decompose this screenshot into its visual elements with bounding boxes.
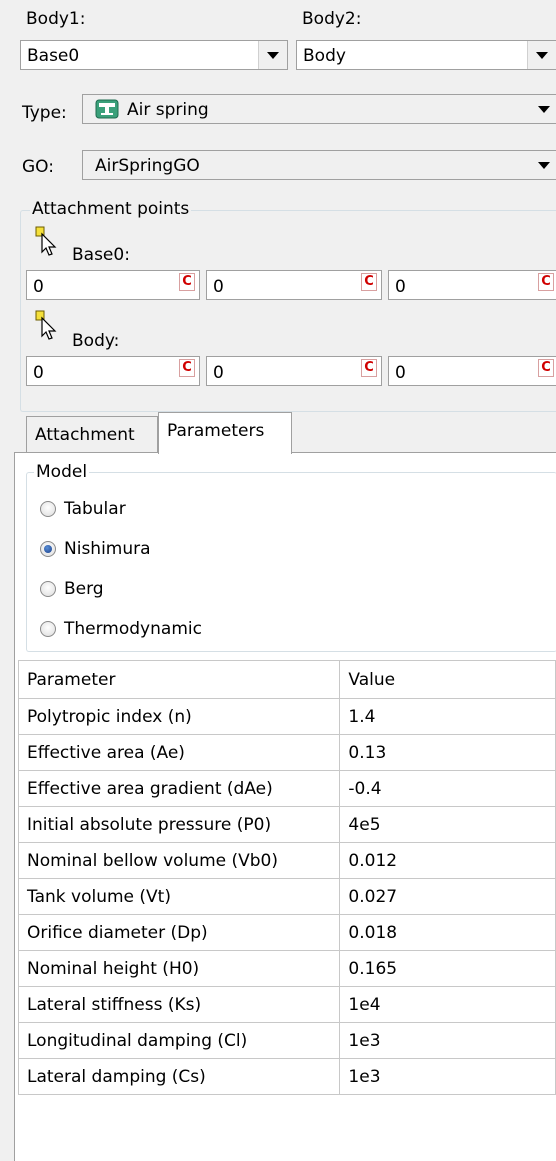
parameter-value[interactable]: 1e3 (339, 1058, 556, 1095)
go-label: GO: (22, 157, 54, 177)
base0-y-value: 0 (213, 277, 224, 297)
type-select[interactable]: Air spring (82, 94, 556, 124)
chevron-down-icon[interactable] (538, 106, 550, 113)
pick-point-icon[interactable] (34, 310, 60, 340)
parameter-name: Longitudinal damping (Cl) (17, 1022, 341, 1059)
parameter-value[interactable]: 4e5 (339, 806, 556, 843)
body1-select[interactable]: Base0 (20, 40, 288, 70)
table-row: Nominal bellow volume (Vb0) 0.012 (17, 842, 556, 879)
body-x-field[interactable]: 0 C (26, 356, 200, 386)
table-row: Effective area (Ae) 0.13 (17, 734, 556, 771)
radio-icon[interactable] (40, 501, 56, 517)
base0-x-field[interactable]: 0 C (26, 270, 200, 300)
table-row: Initial absolute pressure (P0) 4e5 (17, 806, 556, 843)
base0-x-c-button[interactable]: C (179, 273, 195, 291)
model-option-thermodynamic[interactable]: Thermodynamic (40, 616, 202, 642)
table-header-row: Parameter Value (17, 660, 556, 699)
parameter-value[interactable]: 1.4 (339, 698, 556, 735)
body-x-c-button[interactable]: C (179, 359, 195, 377)
parameter-name: Nominal height (H0) (17, 950, 341, 987)
parameter-name: Nominal bellow volume (Vb0) (17, 842, 341, 879)
model-option-label: Nishimura (64, 539, 151, 559)
model-option-tabular[interactable]: Tabular (40, 496, 126, 522)
body2-dropdown-button[interactable] (527, 41, 556, 69)
table-row: Effective area gradient (dAe) -0.4 (17, 770, 556, 807)
parameter-name: Polytropic index (n) (17, 698, 341, 735)
parameter-table: Parameter Value Polytropic index (n) 1.4… (17, 660, 556, 1095)
parameter-name: Orifice diameter (Dp) (17, 914, 341, 951)
base0-y-c-button[interactable]: C (361, 273, 377, 291)
chevron-down-icon[interactable] (538, 162, 550, 169)
body1-value: Base0 (27, 46, 80, 66)
parameter-value[interactable]: 0.165 (339, 950, 556, 987)
model-option-label: Thermodynamic (64, 619, 202, 639)
go-select[interactable]: AirSpringGO (82, 150, 556, 180)
body-x-value: 0 (33, 363, 44, 383)
tab-parameters[interactable]: Parameters (158, 412, 292, 454)
body-y-field[interactable]: 0 C (206, 356, 382, 386)
parameter-value[interactable]: 0.018 (339, 914, 556, 951)
base0-label: Base0: (72, 245, 130, 265)
type-label: Type: (22, 103, 67, 123)
column-header-parameter[interactable]: Parameter (17, 660, 341, 699)
body1-dropdown-button[interactable] (258, 41, 287, 69)
body-z-value: 0 (395, 363, 406, 383)
parameter-value[interactable]: 0.012 (339, 842, 556, 879)
table-row: Lateral damping (Cs) 1e3 (17, 1058, 556, 1095)
attachment-points-title: Attachment points (30, 198, 192, 220)
pick-point-icon[interactable] (34, 226, 60, 256)
radio-icon[interactable] (40, 581, 56, 597)
base0-z-c-button[interactable]: C (538, 273, 554, 291)
go-value: AirSpringGO (95, 156, 200, 176)
chevron-down-icon (536, 51, 548, 59)
parameter-value[interactable]: 1e4 (339, 986, 556, 1023)
base0-z-field[interactable]: 0 C (388, 270, 556, 300)
table-row: Orifice diameter (Dp) 0.018 (17, 914, 556, 951)
base0-x-value: 0 (33, 277, 44, 297)
parameter-name: Lateral stiffness (Ks) (17, 986, 341, 1023)
radio-icon[interactable] (40, 621, 56, 637)
air-spring-icon (95, 99, 119, 119)
parameter-name: Initial absolute pressure (P0) (17, 806, 341, 843)
radio-selected-icon[interactable] (40, 541, 56, 557)
parameter-name: Effective area gradient (dAe) (17, 770, 341, 807)
table-row: Longitudinal damping (Cl) 1e3 (17, 1022, 556, 1059)
parameter-value[interactable]: 1e3 (339, 1022, 556, 1059)
body-label: Body: (72, 331, 120, 351)
body2-value: Body (303, 46, 346, 66)
table-row: Polytropic index (n) 1.4 (17, 698, 556, 735)
column-header-value[interactable]: Value (339, 660, 556, 699)
body-z-field[interactable]: 0 C (388, 356, 556, 386)
parameter-value[interactable]: 0.13 (339, 734, 556, 771)
table-row: Lateral stiffness (Ks) 1e4 (17, 986, 556, 1023)
table-row: Nominal height (H0) 0.165 (17, 950, 556, 987)
model-title: Model (34, 461, 90, 483)
tab-attachment[interactable]: Attachment (26, 416, 158, 454)
parameter-name: Lateral damping (Cs) (17, 1058, 341, 1095)
body2-label: Body2: (302, 9, 362, 29)
body-y-value: 0 (213, 363, 224, 383)
body2-select[interactable]: Body (296, 40, 556, 70)
body1-label: Body1: (26, 9, 86, 29)
base0-y-field[interactable]: 0 C (206, 270, 382, 300)
model-option-label: Tabular (64, 499, 126, 519)
parameter-value[interactable]: 0.027 (339, 878, 556, 915)
body-z-c-button[interactable]: C (538, 359, 554, 377)
model-option-berg[interactable]: Berg (40, 576, 104, 602)
model-option-label: Berg (64, 579, 104, 599)
body-y-c-button[interactable]: C (361, 359, 377, 377)
parameter-name: Effective area (Ae) (17, 734, 341, 771)
type-value: Air spring (127, 100, 209, 120)
chevron-down-icon (267, 51, 279, 59)
model-option-nishimura[interactable]: Nishimura (40, 536, 151, 562)
base0-z-value: 0 (395, 277, 406, 297)
table-row: Tank volume (Vt) 0.027 (17, 878, 556, 915)
parameter-name: Tank volume (Vt) (17, 878, 341, 915)
parameter-value[interactable]: -0.4 (339, 770, 556, 807)
